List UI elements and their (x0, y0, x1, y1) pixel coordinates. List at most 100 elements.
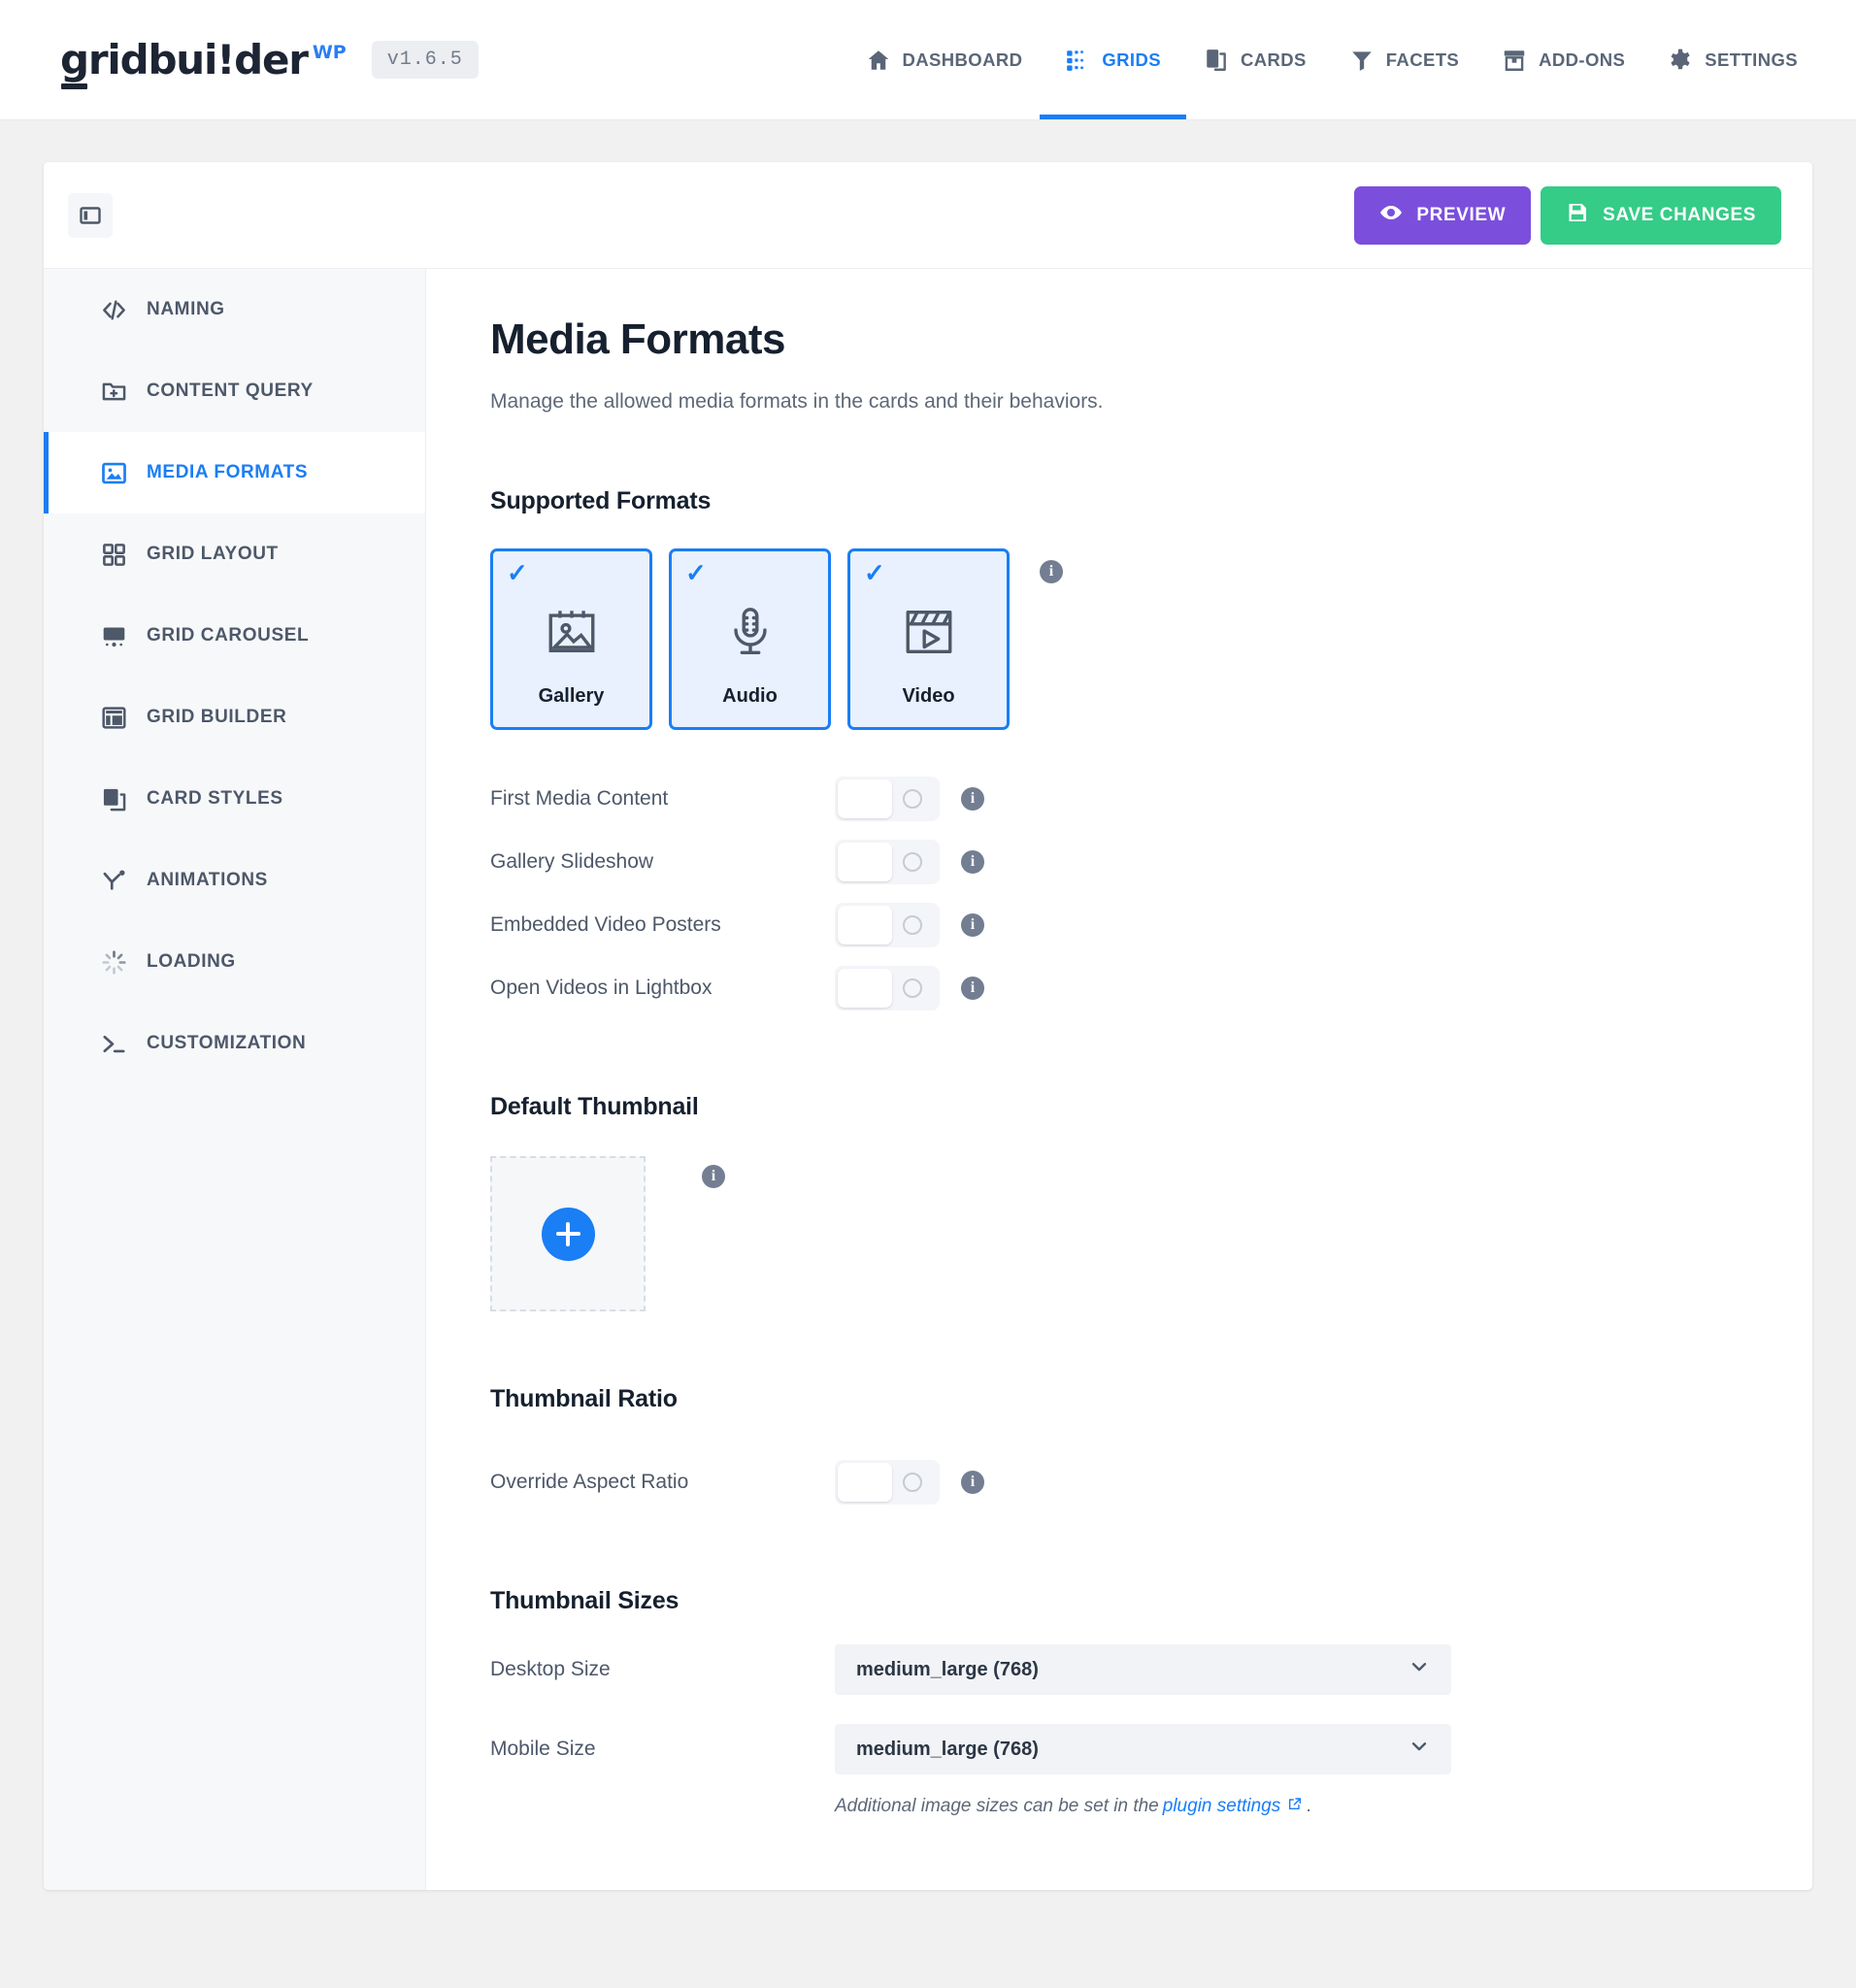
desktop-size-select[interactable]: medium_large (768) (835, 1644, 1451, 1695)
section-heading: Thumbnail Ratio (490, 1385, 678, 1412)
toggle-override-aspect-ratio[interactable] (835, 1459, 940, 1505)
brand: gridbui!der WP v1.6.5 (60, 39, 479, 89)
nav-item-dashboard[interactable]: DASHBOARD (866, 0, 1023, 119)
toggle-knob (838, 842, 892, 881)
format-card-label: Video (902, 685, 955, 707)
nav-item-facets[interactable]: FACETS (1349, 0, 1459, 119)
toggle-knob (838, 779, 892, 818)
nav-label: ADD-ONS (1539, 49, 1626, 70)
plugin-settings-link-label: plugin settings (1162, 1796, 1281, 1816)
toggle-off-indicator-icon (903, 851, 922, 872)
info-icon[interactable]: i (961, 786, 984, 811)
toggle-label: Embedded Video Posters (490, 912, 721, 936)
nav-item-addons[interactable]: ADD-ONS (1502, 0, 1625, 119)
toggle-gallery-slideshow[interactable] (835, 839, 940, 884)
sidebar-item-animations[interactable]: ANIMATIONS (44, 840, 425, 921)
sidebar-item-grid-layout[interactable]: GRID LAYOUT (44, 514, 425, 595)
nav-item-cards[interactable]: CARDS (1204, 0, 1307, 119)
format-card-video[interactable]: ✓ Video (847, 548, 1010, 730)
nav-item-settings[interactable]: SETTINGS (1668, 0, 1798, 119)
toggle-knob (838, 1462, 892, 1502)
section-supported-formats: Supported Formats ✓ Gallery ✓ Audio ✓ Vi… (490, 487, 1754, 1019)
info-icon[interactable]: i (1040, 560, 1063, 583)
info-icon[interactable]: i (961, 849, 984, 874)
sidebar-item-label: ANIMATIONS (147, 870, 268, 890)
eye-icon (1379, 201, 1403, 230)
spinner-icon (101, 949, 127, 976)
sidebar-item-label: CARD STYLES (147, 788, 283, 809)
logo[interactable]: gridbui!der WP (60, 39, 347, 89)
toggle-row-embedded-video-posters: Embedded Video Posters i (490, 893, 1754, 956)
toggle-embedded-video-posters[interactable] (835, 902, 940, 947)
toggle-open-videos-in-lightbox[interactable] (835, 965, 940, 1011)
settings-content: Media Formats Manage the allowed media f… (426, 269, 1812, 1890)
plugin-settings-link[interactable]: plugin settings (1163, 1796, 1303, 1817)
ratio-toggle-list: Override Aspect Ratio i (490, 1450, 1754, 1513)
sidebar-item-label: GRID BUILDER (147, 707, 287, 727)
mobile-size-select[interactable]: medium_large (768) (835, 1724, 1451, 1774)
logo-wp-suffix: WP (312, 41, 347, 63)
section-thumbnail-sizes: Thumbnail Sizes Desktop Size medium_larg… (490, 1587, 1754, 1817)
desktop-size-row: Desktop Size medium_large (768) (490, 1644, 1754, 1695)
section-thumbnail-ratio: Thumbnail Ratio Override Aspect Ratio i (490, 1385, 1754, 1513)
sidebar-item-naming[interactable]: NAMING (44, 269, 425, 350)
sidebar-item-card-styles[interactable]: CARD STYLES (44, 758, 425, 840)
toggle-off-indicator-icon (903, 977, 922, 998)
sidebar-item-grid-carousel[interactable]: GRID CAROUSEL (44, 595, 425, 677)
settings-sidebar: NAMING CONTENT QUERY MEDIA FORMATS GRID … (44, 269, 426, 1890)
page-card: PREVIEW SAVE CHANGES NAMING CONTENT QUER… (44, 162, 1812, 1890)
format-card-gallery[interactable]: ✓ Gallery (490, 548, 652, 730)
preview-button[interactable]: PREVIEW (1354, 185, 1532, 245)
toggle-row-first-media-content: First Media Content i (490, 767, 1754, 830)
desktop-size-value: medium_large (768) (856, 1658, 1039, 1680)
sidebar-item-label: LOADING (147, 951, 236, 972)
version-badge: v1.6.5 (371, 41, 479, 79)
toggle-first-media-content[interactable] (835, 776, 940, 821)
toggle-knob (838, 968, 892, 1008)
info-icon[interactable]: i (961, 976, 984, 1000)
thumbnail-dropzone[interactable] (490, 1156, 646, 1311)
toggle-off-indicator-icon (903, 914, 922, 935)
info-icon[interactable]: i (702, 1165, 725, 1188)
nav-label: GRIDS (1102, 49, 1161, 70)
page-description: Manage the allowed media formats in the … (490, 390, 1104, 413)
sidebar-item-loading[interactable]: LOADING (44, 921, 425, 1003)
format-card-label: Gallery (538, 685, 605, 707)
folder-plus-icon (101, 379, 127, 405)
chevron-down-icon (1409, 1656, 1430, 1683)
desktop-size-label: Desktop Size (490, 1658, 611, 1680)
format-card-label: Audio (722, 685, 778, 707)
clapperboard-icon (901, 604, 957, 660)
sidebar-item-grid-builder[interactable]: GRID BUILDER (44, 677, 425, 758)
sidebar-item-content-query[interactable]: CONTENT QUERY (44, 350, 425, 432)
format-card-audio[interactable]: ✓ Audio (669, 548, 831, 730)
info-icon[interactable]: i (961, 1470, 984, 1494)
section-default-thumbnail: Default Thumbnail i (490, 1093, 1754, 1311)
toggle-off-indicator-icon (903, 1472, 922, 1492)
sidebar-item-customization[interactable]: CUSTOMIZATION (44, 1003, 425, 1084)
cards-stack-icon (101, 786, 127, 812)
page-title: Media Formats (490, 315, 786, 363)
panel-collapse-icon[interactable] (68, 192, 113, 238)
grid-squares-icon (101, 542, 127, 568)
info-icon[interactable]: i (961, 912, 984, 937)
nav-item-grids[interactable]: GRIDS (1040, 0, 1186, 119)
section-heading: Thumbnail Sizes (490, 1587, 679, 1614)
toggle-label: Gallery Slideshow (490, 849, 654, 873)
sidebar-item-media-formats[interactable]: MEDIA FORMATS (44, 432, 425, 514)
check-icon: ✓ (864, 558, 885, 587)
hint-text-before: Additional image sizes can be set in the (835, 1796, 1159, 1816)
carousel-icon (101, 623, 127, 649)
top-bar: gridbui!der WP v1.6.5 DASHBOARD GRIDS CA… (0, 0, 1856, 120)
sidebar-item-label: CONTENT QUERY (147, 381, 314, 401)
chevron-down-icon (1409, 1736, 1430, 1763)
toggle-off-indicator-icon (903, 788, 922, 809)
plus-icon[interactable] (541, 1207, 595, 1261)
toggle-row-gallery-slideshow: Gallery Slideshow i (490, 830, 1754, 893)
toggle-label: Override Aspect Ratio (490, 1470, 689, 1493)
format-card-group: ✓ Gallery ✓ Audio ✓ Video i (490, 548, 1754, 730)
save-changes-button[interactable]: SAVE CHANGES (1541, 185, 1781, 245)
sidebar-item-label: GRID CAROUSEL (147, 625, 310, 646)
main-navigation: DASHBOARD GRIDS CARDS FACETS ADD-ONS SET… (866, 0, 1798, 119)
nav-label: CARDS (1240, 49, 1307, 70)
